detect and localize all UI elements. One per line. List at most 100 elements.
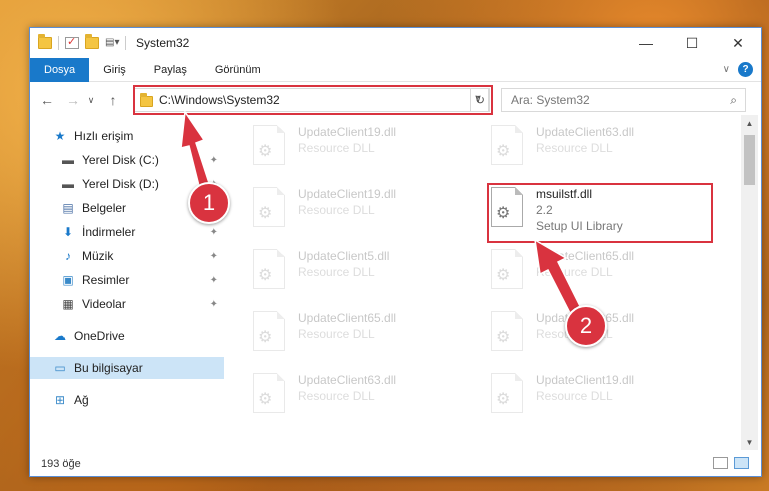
properties-icon[interactable] [65,35,79,49]
dll-file-icon: ⚙ [250,123,288,169]
scroll-thumb[interactable] [744,135,755,185]
file-description: Resource DLL [298,327,375,341]
minimize-button[interactable]: — [623,28,669,58]
file-item[interactable]: ⚙ UpdateClient63.dll Resource DLL [250,371,480,423]
dll-file-icon: ⚙ [488,309,526,355]
tab-view[interactable]: Görünüm [201,58,275,82]
view-buttons [713,457,749,469]
file-name: UpdateClient63.dll [298,373,397,387]
file-item[interactable]: ⚙ UpdateClient19.dll Resource DLL [250,123,480,175]
search-placeholder: Ara: System32 [511,93,590,107]
address-bar[interactable]: C:\Windows\System32 ∨ [133,88,489,112]
documents-icon: ▤ [62,201,74,215]
pin-icon[interactable]: ✦ [210,275,218,286]
file-item[interactable]: ⚙ UpdateClient65.dll Resource DLL [488,247,718,299]
drive-icon: ▬ [62,177,74,191]
vertical-scrollbar[interactable]: ▲ ▼ [741,115,758,450]
file-item[interactable]: ⚙ UpdateClient19.dll Resource DLL [250,185,480,237]
sidebar-item-music[interactable]: ♪ Müzik ✦ [30,245,224,267]
maximize-button[interactable]: ☐ [669,28,715,58]
file-description: Resource DLL [298,141,375,155]
dll-file-icon: ⚙ [488,123,526,169]
file-item-msuilstf[interactable]: ⚙ msuilstf.dll 2.2 Setup UI Library [488,185,718,245]
pictures-icon: ▣ [62,273,74,287]
file-description: Resource DLL [536,265,613,279]
help-icon[interactable]: ? [738,62,753,77]
sidebar-item-label: Bu bilgisayar [74,361,143,375]
divider [58,36,59,50]
tab-file[interactable]: Dosya [30,57,90,82]
sidebar-item-label: Müzik [82,249,114,263]
sidebar-item-local-disk-c[interactable]: ▬ Yerel Disk (C:) ✦ [30,149,224,171]
scroll-down-icon[interactable]: ▼ [741,434,758,450]
sidebar-item-network[interactable]: ⊞ Ağ [30,389,224,411]
pin-icon[interactable]: ✦ [210,155,218,166]
new-folder-icon[interactable] [85,34,99,49]
sidebar-item-label: Ağ [74,393,89,407]
up-button[interactable]: ↑ [102,92,124,108]
close-button[interactable]: ✕ [715,28,761,58]
sidebar-item-label: OneDrive [74,329,125,343]
forward-button[interactable]: → [62,92,84,108]
sidebar-item-downloads[interactable]: ⬇ İndirmeler ✦ [30,221,224,243]
file-name: UpdateClient65.dll [536,249,635,263]
file-name: UpdateClient65.dll [298,311,397,325]
sidebar-item-this-pc[interactable]: ▭ Bu bilgisayar [30,357,224,379]
sidebar-item-label: Resimler [82,273,130,287]
file-item[interactable]: ⚙ UpdateClient63.dll Resource DLL [488,123,718,175]
divider [125,36,126,50]
sidebar-item-videos[interactable]: ▦ Videolar ✦ [30,293,224,315]
window-controls: — ☐ ✕ [623,28,761,58]
pin-icon[interactable]: ✦ [210,227,218,238]
file-version: 2.2 [536,203,553,217]
explorer-window: ▤▾ System32 — ☐ ✕ Dosya Giriş Paylaş Gör… [29,27,762,477]
back-button[interactable]: ← [36,92,58,108]
title-bar: ▤▾ System32 — ☐ ✕ [30,28,761,58]
file-name: UpdateClient63.dll [536,125,635,139]
file-item[interactable]: ⚙ UpdateClient65.dll Resource DLL [250,309,480,361]
sidebar-item-label: Hızlı erişim [74,129,134,143]
star-icon: ★ [54,129,66,143]
sidebar-item-pictures[interactable]: ▣ Resimler ✦ [30,269,224,291]
file-item[interactable]: ⚙ UpdateClient5.dll Resource DLL [250,247,480,299]
ribbon-right: ∨ ? [723,62,753,77]
sidebar-item-label: Yerel Disk (D:) [82,177,159,191]
file-name: UpdateClient19.dll [536,373,635,387]
sidebar-item-label: Yerel Disk (C:) [82,153,159,167]
network-icon: ⊞ [54,393,66,407]
file-description: Resource DLL [536,389,613,403]
drive-icon: ▬ [62,153,74,167]
file-name: UpdateClient19.dll [298,125,397,139]
dll-file-icon: ⚙ [488,371,526,417]
scroll-up-icon[interactable]: ▲ [741,115,758,131]
search-input[interactable]: Ara: System32 ⌕ [501,88,746,112]
details-view-icon[interactable] [713,457,728,469]
folder-icon [140,93,153,107]
sidebar-item-label: Videolar [82,297,126,311]
callout-badge-1: 1 [188,182,230,224]
customize-toolbar-icon[interactable]: ▤▾ [105,37,119,49]
folder-icon[interactable] [38,34,52,49]
tiles-view-icon[interactable] [734,457,749,469]
pin-icon[interactable]: ✦ [210,299,218,310]
search-icon: ⌕ [730,93,737,107]
file-description: Resource DLL [298,265,375,279]
refresh-button[interactable]: ↻ [470,88,490,112]
navigation-bar: ← → ∨ ↑ C:\Windows\System32 ∨ ↻ Ara: Sys… [30,85,761,115]
computer-icon: ▭ [54,361,66,375]
file-description: Resource DLL [298,389,375,403]
expand-ribbon-icon[interactable]: ∨ [723,64,730,75]
file-description: Resource DLL [536,141,613,155]
sidebar-item-label: Belgeler [82,201,127,215]
download-icon: ⬇ [62,225,74,239]
dll-file-icon: ⚙ [250,309,288,355]
tab-share[interactable]: Paylaş [140,58,201,82]
dll-file-icon: ⚙ [250,247,288,293]
sidebar-item-quick-access[interactable]: ★ Hızlı erişim [30,125,224,147]
recent-locations-button[interactable]: ∨ [84,95,98,106]
address-path: C:\Windows\System32 [159,93,280,107]
sidebar-item-onedrive[interactable]: ☁ OneDrive [30,325,224,347]
pin-icon[interactable]: ✦ [210,251,218,262]
tab-home[interactable]: Giriş [89,58,140,82]
file-item[interactable]: ⚙ UpdateClient19.dll Resource DLL [488,371,718,423]
